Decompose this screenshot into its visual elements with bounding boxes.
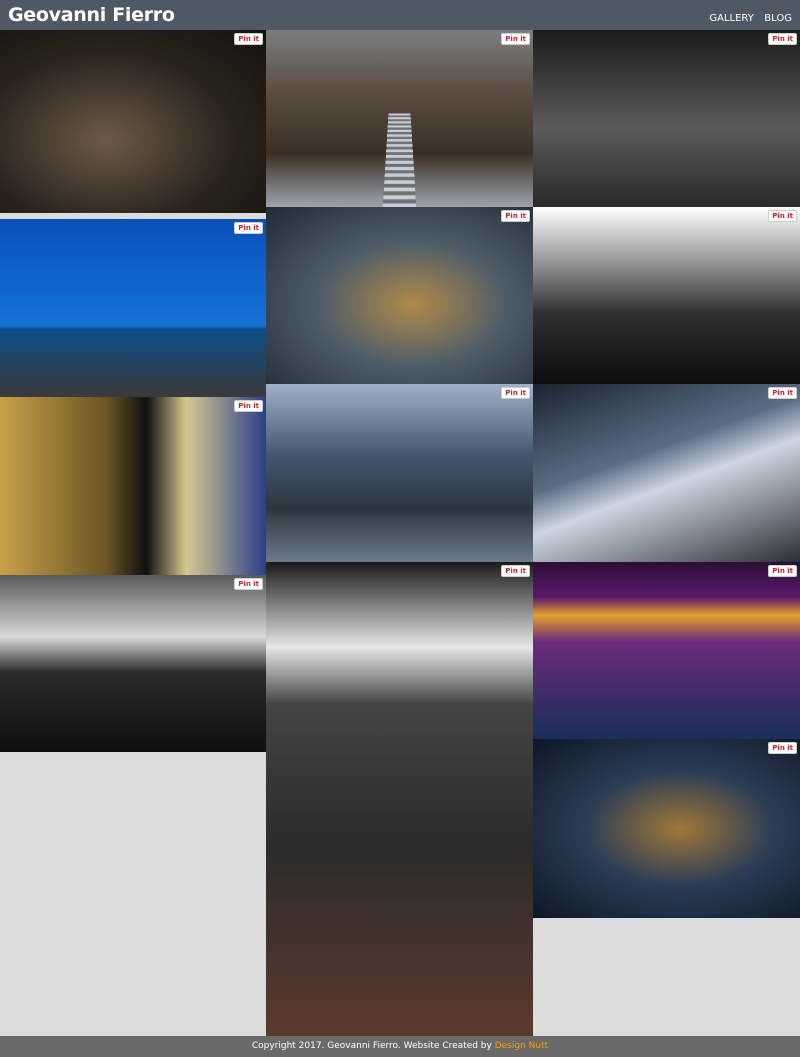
pin-it-button[interactable]: Pin it [501, 387, 530, 399]
footer-design-link[interactable]: Design Nutt [495, 1041, 548, 1051]
site-title[interactable]: Geovanni Fierro [8, 4, 175, 26]
boardwalk-stairs-photo[interactable]: Pin it [266, 30, 533, 207]
riverwalk-underpass-photo[interactable]: Pin it [533, 384, 800, 562]
subway-car-photo[interactable]: Pin it [266, 562, 533, 1036]
pin-it-button[interactable]: Pin it [768, 387, 797, 399]
pin-it-button[interactable]: Pin it [234, 400, 263, 412]
pin-it-button[interactable]: Pin it [768, 565, 797, 577]
train-platform-photo[interactable]: Pin it [0, 397, 266, 575]
main-nav: GALLERY BLOG [703, 8, 792, 26]
light-trails-photo[interactable]: Pin it [533, 562, 800, 739]
pin-it-button[interactable]: Pin it [234, 33, 263, 45]
pin-it-button[interactable]: Pin it [768, 33, 797, 45]
site-footer: Copyright 2017. Geovanni Fierro. Website… [0, 1036, 800, 1057]
pin-it-button[interactable]: Pin it [501, 33, 530, 45]
footer-copyright: Copyright 2017. Geovanni Fierro. Website… [251, 1041, 495, 1051]
pin-it-button[interactable]: Pin it [234, 578, 263, 590]
photo-gallery: Pin it Pin it Pin it Pin it Pin it Pin i… [0, 30, 800, 1036]
pin-it-button[interactable]: Pin it [768, 210, 797, 222]
skyscrapers-bw-photo[interactable]: Pin it [533, 207, 800, 384]
river-bridges-photo[interactable]: Pin it [266, 384, 533, 562]
windmill-skyline-photo[interactable]: Pin it [533, 30, 800, 207]
site-header: Geovanni Fierro GALLERY BLOG [0, 0, 800, 30]
nav-blog-link[interactable]: BLOG [764, 13, 792, 24]
nav-gallery-link[interactable]: GALLERY [709, 13, 753, 24]
boardwalk-steps [382, 113, 417, 207]
lion-rocks-photo[interactable]: Pin it [266, 207, 533, 384]
lake-skyline-bw-photo[interactable]: Pin it [0, 575, 266, 752]
pin-it-button[interactable]: Pin it [768, 742, 797, 754]
lighthouse-pier-photo[interactable]: Pin it [0, 219, 266, 397]
pin-it-button[interactable]: Pin it [501, 565, 530, 577]
pin-it-button[interactable]: Pin it [501, 210, 530, 222]
pin-it-button[interactable]: Pin it [234, 222, 263, 234]
lion-night-photo[interactable]: Pin it [533, 739, 800, 918]
sparrow-photo[interactable]: Pin it [0, 30, 266, 213]
